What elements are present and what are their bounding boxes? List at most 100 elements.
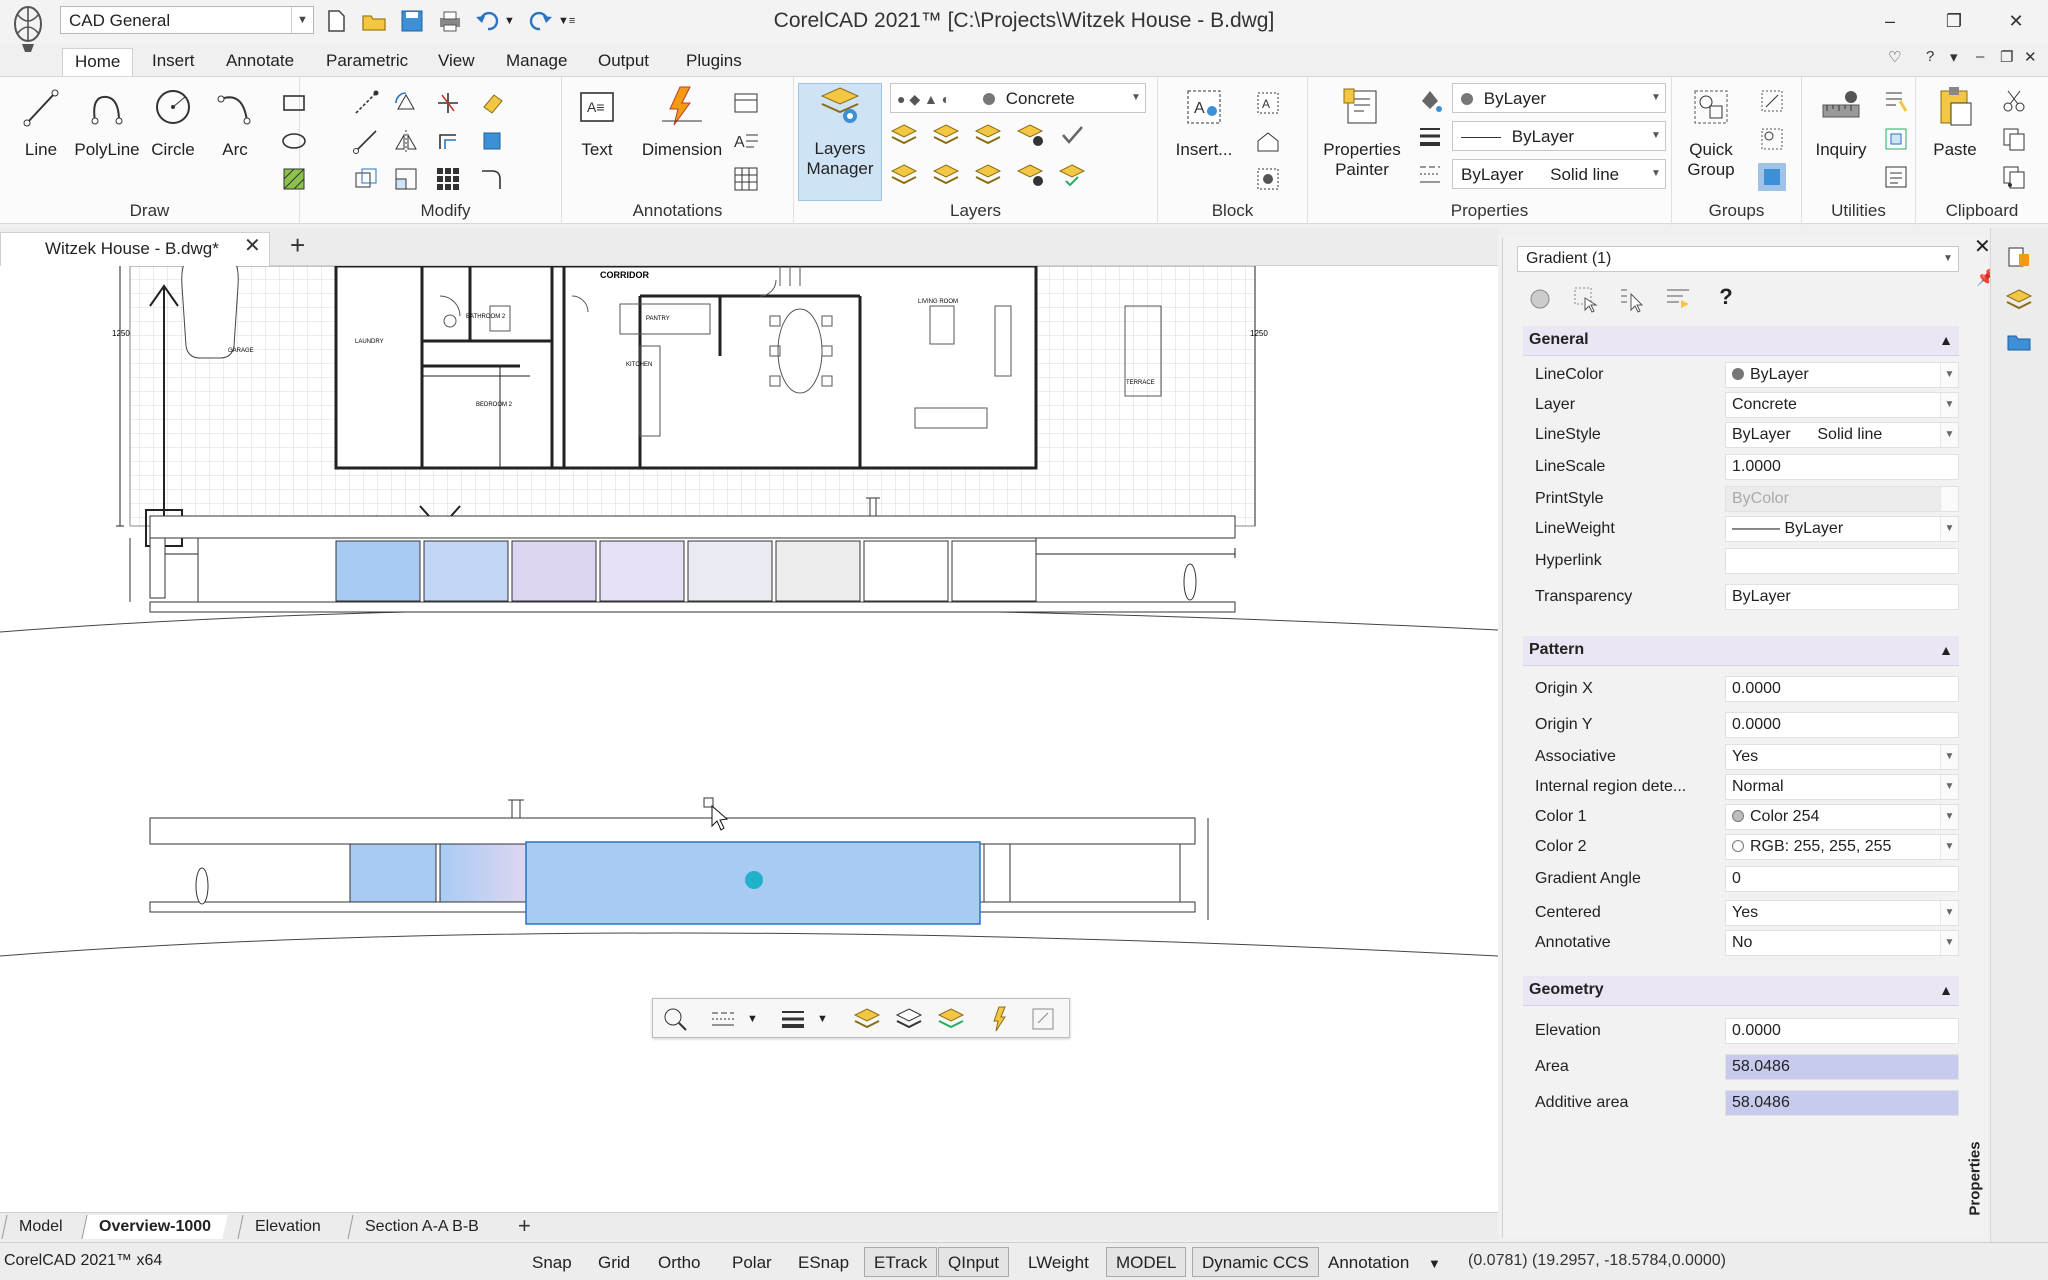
quick-select-panel-icon[interactable] bbox=[1617, 284, 1647, 314]
tab-annotate[interactable]: Annotate bbox=[214, 48, 306, 76]
doc-restore-icon[interactable]: ❐ bbox=[2000, 48, 2013, 66]
layer-merge-icon[interactable] bbox=[1058, 161, 1086, 189]
prop-value-lineweight[interactable]: ——— ByLayer ▼ bbox=[1725, 516, 1959, 542]
library-dock-icon[interactable] bbox=[2005, 328, 2033, 356]
workspace-dropdown[interactable]: CAD General ▼ bbox=[60, 6, 314, 34]
undo-icon[interactable] bbox=[474, 8, 502, 34]
hatch-icon[interactable] bbox=[280, 165, 308, 193]
prop-value-origin-y[interactable]: 0.0000 bbox=[1725, 712, 1959, 738]
linestyle-icon[interactable] bbox=[1416, 161, 1444, 189]
prop-value-linecolor[interactable]: ByLayer ▼ bbox=[1725, 362, 1959, 388]
fill-color-icon[interactable] bbox=[1416, 87, 1444, 115]
lineweight-dropdown[interactable]: ByLayer ▼ bbox=[1452, 121, 1666, 151]
tab-view[interactable]: View bbox=[426, 48, 487, 76]
layer-freeze-icon[interactable] bbox=[1016, 121, 1044, 149]
close-button[interactable]: ✕ bbox=[1996, 6, 2036, 36]
polar-toggle[interactable]: Polar bbox=[722, 1247, 782, 1277]
prop-value-area[interactable]: 58.0486 bbox=[1725, 1054, 1959, 1080]
copy-with-base-icon[interactable] bbox=[2000, 163, 2028, 191]
prop-value-linescale[interactable]: 1.0000 bbox=[1725, 454, 1959, 480]
copy-icon[interactable] bbox=[352, 127, 380, 155]
ellipse-icon[interactable] bbox=[280, 127, 308, 155]
insert-block-button[interactable]: A Insert... bbox=[1162, 85, 1246, 195]
model-toggle[interactable]: MODEL bbox=[1106, 1247, 1187, 1277]
help-icon[interactable]: ? bbox=[1711, 284, 1741, 314]
color-dropdown[interactable]: ByLayer ▼ bbox=[1452, 83, 1666, 113]
redo-icon[interactable] bbox=[526, 8, 554, 34]
section-view[interactable] bbox=[0, 797, 1498, 957]
group-edit-icon[interactable] bbox=[1758, 87, 1786, 115]
paste-button[interactable]: Paste bbox=[1920, 85, 1990, 195]
prop-value-gradient-angle[interactable]: 0 bbox=[1725, 866, 1959, 892]
table-icon[interactable] bbox=[732, 89, 760, 117]
dimension-mini-icon[interactable] bbox=[987, 1005, 1015, 1033]
minimize-button[interactable]: – bbox=[1870, 6, 1910, 36]
rectangle-icon[interactable] bbox=[280, 89, 308, 117]
circle-button[interactable]: Circle bbox=[138, 85, 208, 195]
quick-select-icon[interactable] bbox=[1882, 125, 1910, 153]
ortho-toggle[interactable]: Ortho bbox=[648, 1247, 711, 1277]
tab-parametric[interactable]: Parametric bbox=[314, 48, 420, 76]
customize-qat-icon[interactable]: ▼≡ bbox=[558, 8, 586, 34]
make-current-icon[interactable] bbox=[1058, 121, 1086, 149]
prop-value-color1[interactable]: Color 254 ▼ bbox=[1725, 804, 1959, 830]
print-icon[interactable] bbox=[436, 8, 464, 34]
add-tab-icon[interactable]: + bbox=[290, 230, 305, 261]
copy-clip-icon[interactable] bbox=[2000, 125, 2028, 153]
calculator-icon[interactable] bbox=[1882, 87, 1910, 115]
scale-icon[interactable] bbox=[392, 165, 420, 193]
filter-layers-icon[interactable] bbox=[1663, 284, 1693, 314]
new-file-icon[interactable] bbox=[322, 8, 350, 34]
prop-value-annotative[interactable]: No ▼ bbox=[1725, 930, 1959, 956]
etrack-toggle[interactable]: ETrack bbox=[864, 1247, 938, 1277]
polyline-button[interactable]: PolyLine bbox=[72, 85, 142, 195]
annotation-scale[interactable]: Annotation ▼ bbox=[1318, 1247, 1451, 1277]
layout-tab-overview[interactable]: Overview-1000 bbox=[81, 1215, 228, 1239]
chevron-down-icon[interactable]: ▼ bbox=[747, 1005, 775, 1033]
layer-match-icon[interactable] bbox=[932, 121, 960, 149]
layer-isolate-icon[interactable] bbox=[974, 121, 1002, 149]
ungroup-icon[interactable] bbox=[1758, 125, 1786, 153]
explode-icon[interactable] bbox=[478, 127, 506, 155]
layers-manager-button[interactable]: Layers Manager bbox=[798, 83, 882, 201]
offset-icon[interactable] bbox=[434, 127, 462, 155]
inquiry-button[interactable]: Inquiry bbox=[1806, 85, 1876, 195]
layer-dropdown[interactable]: ● ◆ ▲ ◐ Concrete ▼ bbox=[890, 83, 1146, 113]
section-general-header[interactable]: General ▲ bbox=[1523, 326, 1959, 356]
create-block-icon[interactable] bbox=[1254, 127, 1282, 155]
qinput-toggle[interactable]: QInput bbox=[938, 1247, 1010, 1277]
prop-value-hyperlink[interactable] bbox=[1725, 548, 1959, 574]
drawing-canvas[interactable]: CORRIDOR 3700 1250 1250 BATHROOM 2 KITCH… bbox=[0, 266, 1498, 1212]
prop-value-island-detection[interactable]: Normal ▼ bbox=[1725, 774, 1959, 800]
block-edit-icon[interactable] bbox=[1254, 165, 1282, 193]
prop-value-associative[interactable]: Yes ▼ bbox=[1725, 744, 1959, 770]
linestyle-mini-icon[interactable] bbox=[709, 1005, 737, 1033]
move-icon[interactable] bbox=[352, 89, 380, 117]
lweight-toggle[interactable]: LWeight bbox=[1018, 1247, 1099, 1277]
toggle-pickadd-icon[interactable] bbox=[1525, 284, 1555, 314]
grid-toggle[interactable]: Grid bbox=[588, 1247, 640, 1277]
ribbon-collapse-icon[interactable]: ♡ bbox=[1888, 48, 1901, 66]
lineweight-mini-icon[interactable] bbox=[779, 1005, 807, 1033]
layer-match-mini-icon[interactable] bbox=[937, 1005, 965, 1033]
rotate-icon[interactable] bbox=[392, 89, 420, 117]
help-dropdown-icon[interactable]: ▾ bbox=[1950, 48, 1958, 66]
grip-handle[interactable] bbox=[745, 871, 763, 889]
panel-close-icon[interactable]: ✕ bbox=[1974, 234, 1991, 259]
layers-dock-icon[interactable] bbox=[2005, 286, 2033, 314]
snap-toggle[interactable]: Snap bbox=[522, 1247, 582, 1277]
tab-insert[interactable]: Insert bbox=[140, 48, 207, 76]
grid-table-icon[interactable] bbox=[732, 165, 760, 193]
esnap-toggle[interactable]: ESnap bbox=[788, 1247, 859, 1277]
document-tab[interactable]: Witzek House - B.dwg* bbox=[0, 232, 270, 266]
cut-icon[interactable] bbox=[2000, 87, 2028, 115]
prop-value-linestyle[interactable]: ByLayer Solid line ▼ bbox=[1725, 422, 1959, 448]
layout-tab-elevation[interactable]: Elevation bbox=[237, 1215, 338, 1239]
layer-previous-icon[interactable] bbox=[890, 121, 918, 149]
layer-lock-icon[interactable] bbox=[974, 161, 1002, 189]
prop-value-color2[interactable]: RGB: 255, 255, 255 ▼ bbox=[1725, 834, 1959, 860]
text-button[interactable]: A≡ Text bbox=[562, 85, 632, 195]
chevron-down-icon[interactable]: ▼ bbox=[817, 1005, 845, 1033]
erase-icon[interactable] bbox=[478, 89, 506, 117]
trim-icon[interactable] bbox=[434, 89, 462, 117]
